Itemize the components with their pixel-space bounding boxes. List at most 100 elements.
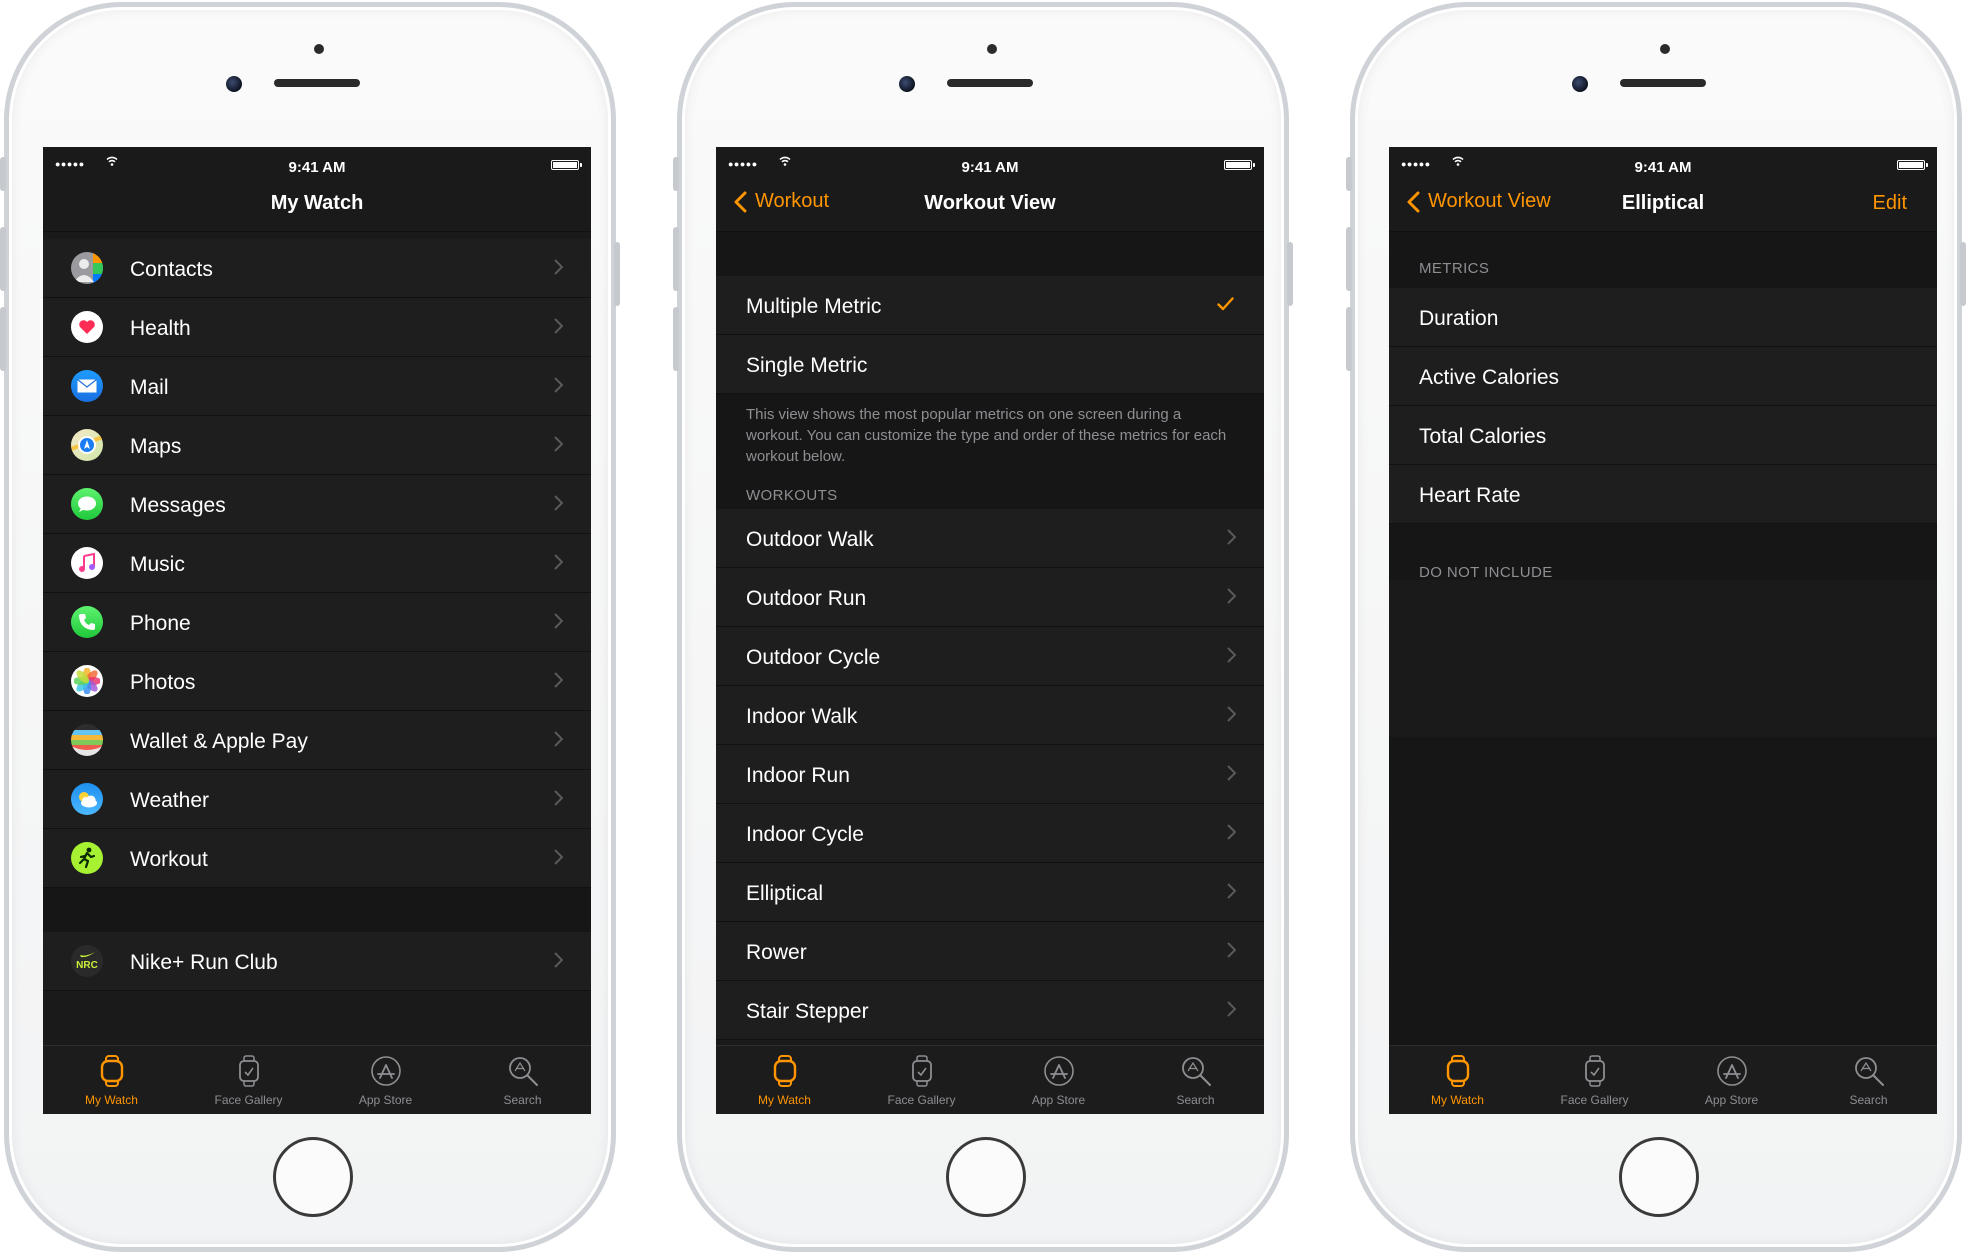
tab-search[interactable]: Search <box>1800 1046 1937 1114</box>
edit-button[interactable]: Edit <box>1873 192 1907 215</box>
workout-row[interactable]: Indoor Run <box>716 745 1264 804</box>
checkmark-icon <box>1217 297 1234 311</box>
health-icon <box>71 311 103 343</box>
section-header-label: DO NOT INCLUDE <box>1419 564 1553 581</box>
power-button <box>1287 242 1293 306</box>
tab-app-store[interactable]: App Store <box>990 1046 1127 1114</box>
list-item-maps[interactable]: Maps <box>43 416 591 475</box>
weather-icon <box>71 783 103 815</box>
workout-label: Indoor Walk <box>746 705 858 728</box>
earpiece-speaker <box>1620 79 1706 87</box>
list-item-photos[interactable]: Photos <box>43 652 591 711</box>
section-header-label: METRICS <box>1419 260 1490 277</box>
list-item-contacts[interactable]: Contacts <box>43 239 591 298</box>
option-multiple-metric[interactable]: Multiple Metric <box>716 276 1264 335</box>
section-header-label: WORKOUTS <box>746 487 838 504</box>
list-item-nike-run-club[interactable]: NRC Nike+ Run Club <box>43 932 591 991</box>
option-label: Single Metric <box>746 354 868 377</box>
metric-row[interactable]: Heart Rate <box>1389 465 1937 524</box>
chevron-right-icon <box>554 952 563 968</box>
tab-search[interactable]: Search <box>1127 1046 1264 1114</box>
list-item-label: Messages <box>130 494 226 517</box>
workout-row[interactable]: Stair Stepper <box>716 981 1264 1040</box>
messages-icon <box>71 488 103 520</box>
tab-label: App Store <box>358 1093 413 1107</box>
metric-row[interactable]: Active Calories <box>1389 347 1937 406</box>
chevron-right-icon <box>554 318 563 334</box>
tab-app-store[interactable]: App Store <box>317 1046 454 1114</box>
wallet-icon <box>71 724 103 756</box>
tab-label: Face Gallery <box>887 1093 956 1107</box>
list-item-workout[interactable]: Workout <box>43 829 591 888</box>
metric-row[interactable]: Total Calories <box>1389 406 1937 465</box>
battery-icon <box>1224 160 1255 170</box>
list-item-weather[interactable]: Weather <box>43 770 591 829</box>
screen-my-watch: ●●●●● 9:41 AM My Watch Contacts Health M… <box>43 147 591 1114</box>
list-item-phone[interactable]: Phone <box>43 593 591 652</box>
workout-row[interactable]: Elliptical <box>716 863 1264 922</box>
section-header-do-not-include: DO NOT INCLUDE <box>1389 524 1937 581</box>
tab-face-gallery[interactable]: Face Gallery <box>180 1046 317 1114</box>
tab-label: App Store <box>1704 1093 1759 1107</box>
workout-row[interactable]: Outdoor Walk <box>716 509 1264 568</box>
front-camera <box>1572 76 1588 92</box>
tab-label: My Watch <box>758 1093 811 1107</box>
tab-face-gallery[interactable]: Face Gallery <box>1526 1046 1663 1114</box>
volume-down-button <box>1346 307 1352 371</box>
tab-search[interactable]: Search <box>454 1046 591 1114</box>
chevron-right-icon <box>554 613 563 629</box>
chevron-right-icon <box>554 377 563 393</box>
option-label: Multiple Metric <box>746 295 882 318</box>
tab-face-gallery[interactable]: Face Gallery <box>853 1046 990 1114</box>
list-item-messages[interactable]: Messages <box>43 475 591 534</box>
tab-app-store[interactable]: App Store <box>1663 1046 1800 1114</box>
metric-row[interactable]: Duration <box>1389 288 1937 347</box>
chevron-right-icon <box>554 672 563 688</box>
workout-row[interactable]: Rower <box>716 922 1264 981</box>
navigation-bar: Workout View Elliptical Edit <box>1389 173 1937 232</box>
option-single-metric[interactable]: Single Metric <box>716 335 1264 394</box>
list-item-label: Health <box>130 317 191 340</box>
contacts-icon <box>71 252 103 284</box>
workout-label: Stair Stepper <box>746 1000 869 1023</box>
list-item-wallet[interactable]: Wallet & Apple Pay <box>43 711 591 770</box>
tab-label: My Watch <box>85 1093 138 1107</box>
volume-down-button <box>0 307 6 371</box>
screen-workout-view: ●●●●● 9:41 AM Workout Workout View Multi… <box>716 147 1264 1114</box>
mute-switch <box>0 157 6 191</box>
tab-label: Search <box>1176 1093 1215 1107</box>
page-title: My Watch <box>270 192 364 214</box>
list-item-mail[interactable]: Mail <box>43 357 591 416</box>
workout-row[interactable]: Outdoor Cycle <box>716 627 1264 686</box>
chevron-right-icon <box>1227 529 1236 545</box>
workout-icon <box>71 842 103 874</box>
face-gallery-icon <box>239 1055 259 1087</box>
front-camera <box>226 76 242 92</box>
tab-my-watch[interactable]: My Watch <box>1389 1046 1526 1114</box>
phone-icon <box>71 606 103 638</box>
tab-my-watch[interactable]: My Watch <box>43 1046 180 1114</box>
workout-row[interactable]: Indoor Cycle <box>716 804 1264 863</box>
page-title: Elliptical <box>1621 192 1705 214</box>
chevron-right-icon <box>1227 765 1236 781</box>
nike-run-club-icon: NRC <box>71 945 103 977</box>
chevron-right-icon <box>554 731 563 747</box>
chevron-right-icon <box>554 849 563 865</box>
tab-my-watch[interactable]: My Watch <box>716 1046 853 1114</box>
chevron-right-icon <box>554 790 563 806</box>
tab-bar: My Watch Face Gallery App Store Search <box>43 1045 591 1114</box>
chevron-right-icon <box>554 436 563 452</box>
phone-frame-2: ●●●●● 9:41 AM Workout Workout View Multi… <box>673 2 1293 1252</box>
metrics-list: METRICS Duration Active Calories Total C… <box>1389 232 1937 581</box>
workout-row[interactable]: Outdoor Run <box>716 568 1264 627</box>
battery-icon <box>551 160 582 170</box>
list-item-music[interactable]: Music <box>43 534 591 593</box>
volume-up-button <box>673 227 679 291</box>
nrc-badge-text: NRC <box>76 960 98 971</box>
list-item-health[interactable]: Health <box>43 298 591 357</box>
empty-area <box>1389 737 1937 1045</box>
workout-row[interactable]: Indoor Walk <box>716 686 1264 745</box>
power-button <box>1960 242 1966 306</box>
apps-list: Contacts Health Mail Maps Messages Music… <box>43 239 591 991</box>
search-icon <box>1182 1057 1211 1086</box>
